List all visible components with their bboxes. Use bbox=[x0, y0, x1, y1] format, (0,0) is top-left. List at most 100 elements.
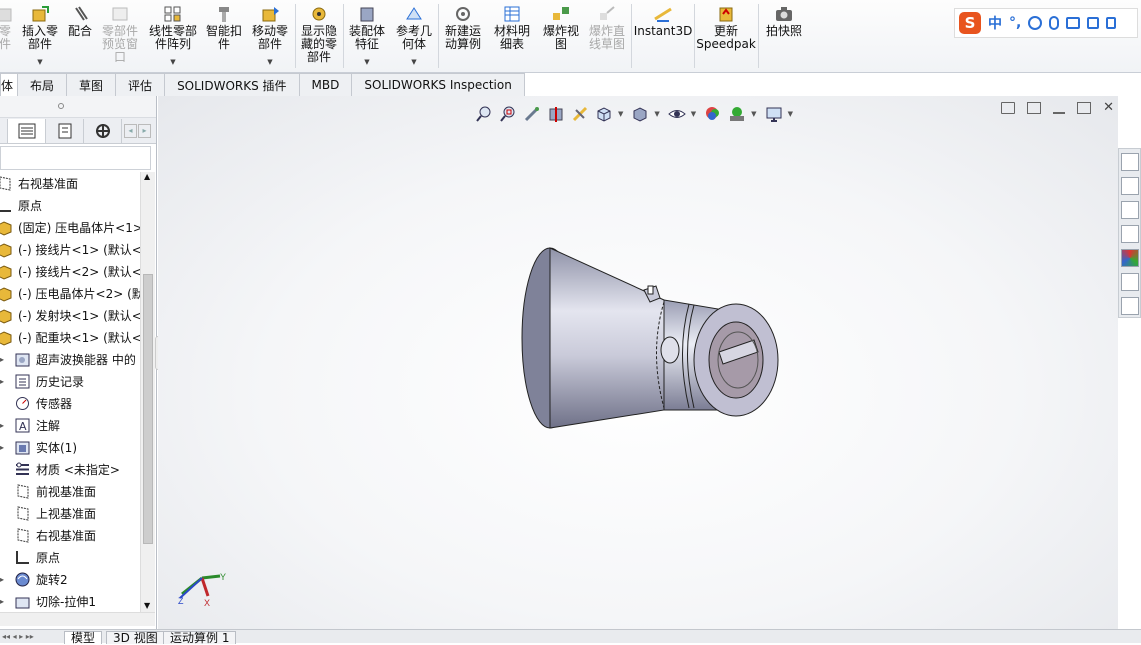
reference-geometry-button[interactable]: 参考几 何体 ▼ bbox=[392, 2, 436, 68]
explode-line-sketch-button[interactable]: 爆炸直 线草图 bbox=[585, 2, 629, 68]
custom-properties-icon[interactable] bbox=[1121, 273, 1139, 291]
tree-item[interactable]: ▸ A 注解 bbox=[0, 414, 60, 436]
tree-item[interactable]: ▸ 切除-拉伸1 bbox=[0, 590, 96, 612]
forum-icon[interactable] bbox=[1121, 297, 1139, 315]
dropdown-arrow-icon[interactable]: ▼ bbox=[751, 110, 756, 118]
close-icon[interactable]: ✕ bbox=[1103, 101, 1114, 114]
tree-item[interactable]: 原点 bbox=[14, 546, 60, 568]
split-right-icon[interactable] bbox=[1027, 102, 1042, 114]
tree-item[interactable]: ▸(-) 配重块<1> (默认< bbox=[0, 326, 140, 348]
instant3d-button[interactable]: Instant3D bbox=[634, 2, 692, 68]
previous-view-button[interactable] bbox=[522, 104, 542, 124]
edit-appearance-button[interactable] bbox=[703, 104, 723, 124]
tab-sketch[interactable]: 草图 bbox=[66, 73, 117, 96]
tab-scroll-right-icon[interactable]: ▸ bbox=[138, 123, 151, 138]
tab-partial[interactable] bbox=[0, 118, 8, 143]
dropdown-arrow-icon[interactable]: ▼ bbox=[691, 110, 696, 118]
expand-arrow-icon[interactable]: ▸ bbox=[0, 355, 4, 364]
tree-item[interactable]: 前视基准面 bbox=[14, 480, 96, 502]
linear-pattern-button[interactable]: 线性零部 件阵列 ▼ bbox=[146, 2, 200, 68]
zoom-to-area-button[interactable] bbox=[498, 104, 518, 124]
smart-fasteners-button[interactable]: 智能扣 件 bbox=[204, 2, 244, 68]
toolbox-icon[interactable] bbox=[1106, 17, 1117, 29]
dropdown-arrow-icon[interactable]: ▼ bbox=[788, 110, 793, 118]
show-hidden-components-button[interactable]: 显示隐 藏的零 部件 bbox=[298, 2, 340, 68]
insert-component-button[interactable]: 插入零 部件 ▼ bbox=[18, 2, 62, 68]
skin-icon[interactable] bbox=[1087, 17, 1100, 29]
restore-icon[interactable] bbox=[1077, 102, 1092, 114]
assembly-features-button[interactable]: 装配体 特征 ▼ bbox=[346, 2, 388, 68]
sogou-logo-icon[interactable]: S bbox=[959, 12, 981, 34]
tab-evaluate[interactable]: 评估 bbox=[115, 73, 166, 96]
view-palette-icon[interactable] bbox=[1121, 225, 1139, 243]
tab-mbd[interactable]: MBD bbox=[298, 73, 353, 96]
scroll-up-icon[interactable]: ▲ bbox=[144, 172, 150, 181]
zoom-to-fit-button[interactable] bbox=[474, 104, 494, 124]
graphics-area[interactable]: ▼ ▼ ▼ ▼ ▼ ✕ Z X Y bbox=[158, 96, 1118, 629]
part-button[interactable]: 零 件 bbox=[0, 2, 16, 68]
tab-solidworks-inspection[interactable]: SOLIDWORKS Inspection bbox=[351, 73, 525, 96]
take-snapshot-button[interactable]: 拍快照 bbox=[762, 2, 806, 68]
tab-assembly[interactable]: 体 bbox=[0, 73, 19, 96]
tab-3d-view[interactable]: 3D 视图 bbox=[106, 631, 165, 645]
view-settings-button[interactable] bbox=[764, 104, 784, 124]
ime-mode-toggle[interactable]: 中 bbox=[988, 13, 1002, 33]
tree-item[interactable]: ▸(固定) 压电晶体片<1> bbox=[0, 216, 140, 238]
move-component-button[interactable]: 移动零 部件 ▼ bbox=[248, 2, 292, 68]
display-style-button[interactable] bbox=[630, 104, 650, 124]
tree-item[interactable]: 材质 <未指定> bbox=[14, 458, 120, 480]
apply-scene-button[interactable] bbox=[727, 104, 747, 124]
dropdown-arrow-icon[interactable]: ▼ bbox=[170, 58, 175, 66]
model-3d-body[interactable] bbox=[514, 242, 784, 432]
tree-item[interactable]: ▸(-) 发射块<1> (默认< bbox=[0, 304, 140, 326]
microphone-icon[interactable] bbox=[1049, 16, 1060, 30]
component-preview-button[interactable]: 零部件 预览窗 口 bbox=[98, 2, 142, 68]
scroll-down-icon[interactable]: ▼ bbox=[144, 601, 150, 610]
tab-model[interactable]: 模型 bbox=[64, 631, 103, 645]
tree-item[interactable]: ▸(-) 接线片<2> (默认< bbox=[0, 260, 140, 282]
emoji-icon[interactable] bbox=[1028, 16, 1043, 30]
minimize-icon[interactable] bbox=[1053, 102, 1066, 114]
dropdown-arrow-icon[interactable]: ▼ bbox=[411, 58, 416, 66]
tree-item[interactable]: ▸ 实体(1) bbox=[0, 436, 77, 458]
tab-property-manager[interactable] bbox=[46, 118, 84, 143]
tree-item[interactable]: ▸ 超声波换能器 中的 bbox=[0, 348, 136, 370]
bill-of-materials-button[interactable]: 材料明 细表 bbox=[489, 2, 535, 68]
tree-item[interactable]: ▸ 历史记录 bbox=[0, 370, 84, 392]
split-left-icon[interactable] bbox=[1001, 102, 1016, 114]
ime-punct-toggle[interactable]: °, bbox=[1009, 15, 1021, 31]
tree-item[interactable]: 传感器 bbox=[14, 392, 72, 414]
tree-item[interactable]: ▸(-) 压电晶体片<2> (默 bbox=[0, 282, 140, 304]
tab-motion-study-1[interactable]: 运动算例 1 bbox=[163, 631, 237, 645]
expand-arrow-icon[interactable]: ▸ bbox=[0, 443, 4, 452]
section-view-button[interactable] bbox=[546, 104, 566, 124]
tab-nav-arrows-icon[interactable]: ◂◂ ◂ ▸ ▸▸ bbox=[2, 632, 34, 641]
tab-solidworks-addins[interactable]: SOLIDWORKS 插件 bbox=[164, 73, 300, 96]
dropdown-arrow-icon[interactable]: ▼ bbox=[364, 58, 369, 66]
expand-arrow-icon[interactable]: ▸ bbox=[0, 597, 4, 606]
tree-horizontal-scrollbar[interactable] bbox=[0, 612, 155, 626]
scrollbar-thumb[interactable] bbox=[143, 274, 153, 544]
dropdown-arrow-icon[interactable]: ▼ bbox=[37, 58, 42, 66]
expand-arrow-icon[interactable]: ▸ bbox=[0, 377, 4, 386]
panel-handle[interactable] bbox=[0, 96, 156, 118]
tab-feature-manager[interactable] bbox=[8, 118, 46, 143]
view-orientation-button[interactable] bbox=[594, 104, 614, 124]
tree-item[interactable]: 右视基准面 bbox=[0, 172, 78, 194]
dropdown-arrow-icon[interactable]: ▼ bbox=[654, 110, 659, 118]
tree-filter-input[interactable] bbox=[0, 146, 151, 170]
design-library-icon[interactable] bbox=[1121, 177, 1139, 195]
appearances-icon[interactable] bbox=[1121, 249, 1139, 267]
expand-arrow-icon[interactable]: ▸ bbox=[0, 421, 4, 430]
keyboard-icon[interactable] bbox=[1066, 17, 1081, 29]
dynamic-annotation-button[interactable] bbox=[570, 104, 590, 124]
tree-item[interactable]: 原点 bbox=[0, 194, 42, 216]
dropdown-arrow-icon[interactable]: ▼ bbox=[267, 58, 272, 66]
update-speedpak-button[interactable]: 更新 Speedpak bbox=[696, 2, 756, 68]
new-motion-study-button[interactable]: 新建运 动算例 bbox=[441, 2, 485, 68]
expand-arrow-icon[interactable]: ▸ bbox=[0, 575, 4, 584]
tab-configuration-manager[interactable] bbox=[84, 118, 122, 143]
tree-item[interactable]: 右视基准面 bbox=[14, 524, 96, 546]
tree-vertical-scrollbar[interactable]: ▲ ▼ bbox=[140, 172, 155, 612]
solidworks-resources-icon[interactable] bbox=[1121, 153, 1139, 171]
